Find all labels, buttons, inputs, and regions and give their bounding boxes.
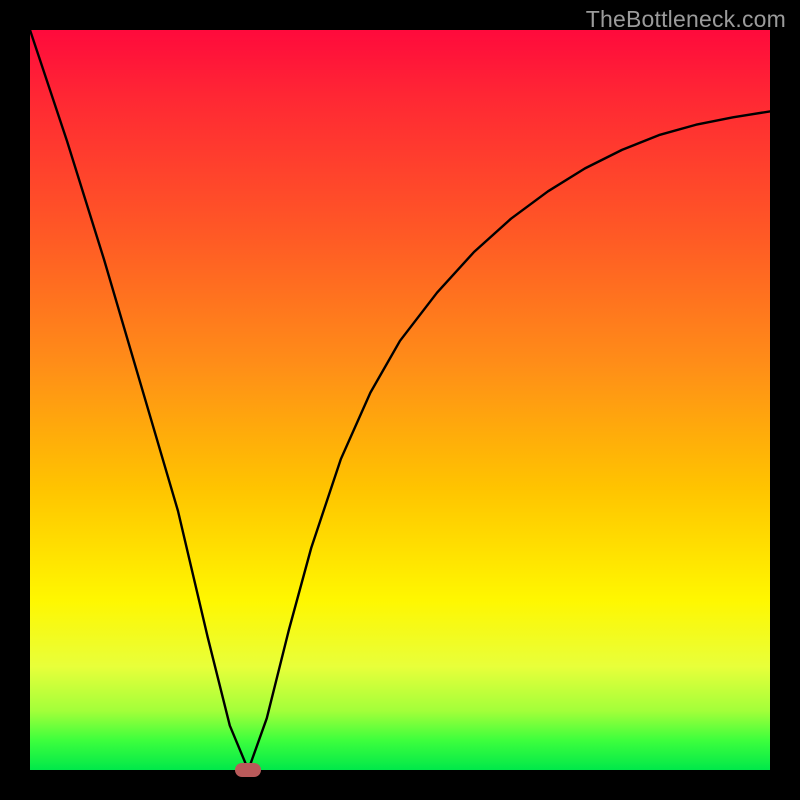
plot-area (30, 30, 770, 770)
optimal-marker (235, 763, 261, 777)
curve-svg (30, 30, 770, 770)
chart-frame: TheBottleneck.com (0, 0, 800, 800)
bottleneck-curve (30, 30, 770, 770)
watermark-text: TheBottleneck.com (586, 6, 786, 33)
